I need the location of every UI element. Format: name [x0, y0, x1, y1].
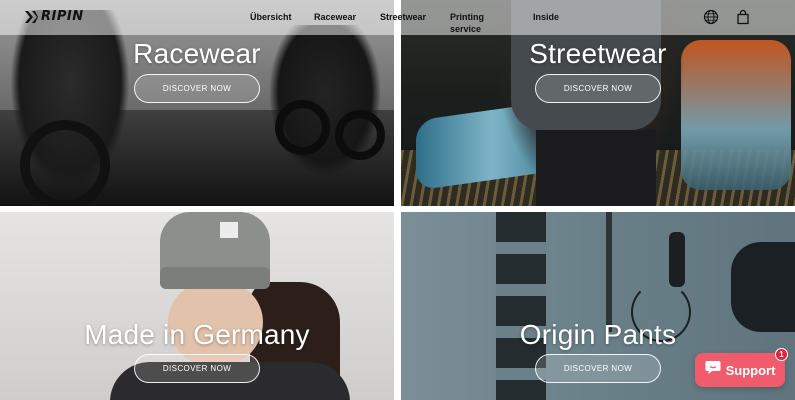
nav-inside[interactable]: Inside — [533, 11, 559, 23]
nav-racewear[interactable]: Racewear — [314, 11, 356, 23]
support-label: Support — [725, 362, 776, 378]
category-tile-made-in-germany[interactable]: Made in Germany DISCOVER NOW — [0, 212, 394, 400]
nav-printing-service[interactable]: Printing service — [450, 11, 500, 35]
photo-beanie-label — [220, 222, 238, 238]
discover-now-button[interactable]: DISCOVER NOW — [134, 354, 260, 383]
photo-pants — [536, 130, 656, 206]
discover-now-button[interactable]: DISCOVER NOW — [535, 354, 661, 383]
logo-mark-icon — [24, 10, 38, 24]
discover-now-button[interactable]: DISCOVER NOW — [134, 74, 260, 103]
discover-now-button[interactable]: DISCOVER NOW — [535, 74, 661, 103]
photo-wheel — [335, 110, 385, 160]
tile-title: Made in Germany — [84, 319, 310, 350]
nav-ubersicht[interactable]: Übersicht — [250, 11, 292, 23]
shopping-bag-icon[interactable] — [735, 9, 751, 25]
site-header: RIPIN Übersicht Racewear Streetwear Prin… — [0, 0, 795, 35]
tile-title: Origin Pants — [519, 319, 677, 350]
tile-title: Racewear — [133, 38, 261, 69]
photo-beanie-brim — [160, 267, 270, 289]
logo[interactable]: RIPIN — [24, 9, 84, 24]
photo-wheel — [20, 120, 110, 206]
chat-bubble-icon — [705, 360, 721, 380]
notification-badge: 1 — [775, 348, 788, 361]
logo-text: RIPIN — [41, 9, 84, 24]
photo-wheel — [275, 100, 330, 155]
support-chat-button[interactable]: Support — [695, 353, 785, 387]
photo-zipper — [606, 212, 612, 332]
nav-streetwear[interactable]: Streetwear — [380, 11, 426, 23]
globe-icon[interactable] — [703, 9, 719, 25]
tile-title: Streetwear — [529, 38, 667, 69]
photo-zip-pull — [669, 232, 685, 287]
